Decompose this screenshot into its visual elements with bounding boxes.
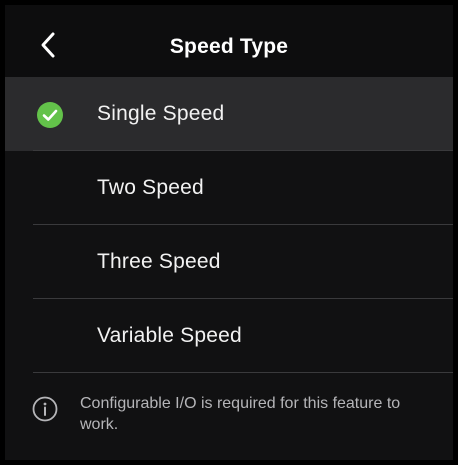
- option-label: Variable Speed: [97, 324, 242, 347]
- speed-type-list: Single Speed Two Speed Three Speed Varia…: [5, 77, 453, 373]
- option-three-speed[interactable]: Three Speed: [5, 225, 453, 299]
- option-variable-speed[interactable]: Variable Speed: [5, 299, 453, 373]
- option-label: Two Speed: [97, 176, 204, 199]
- checkmark-icon: [37, 102, 63, 128]
- option-two-speed[interactable]: Two Speed: [5, 151, 453, 225]
- info-text: Configurable I/O is required for this fe…: [80, 395, 401, 433]
- header-bar: Speed Type: [5, 5, 453, 77]
- option-single-speed[interactable]: Single Speed: [5, 77, 453, 151]
- info-icon: [32, 396, 58, 422]
- row-divider: [33, 372, 453, 373]
- info-note: Configurable I/O is required for this fe…: [5, 383, 453, 460]
- option-label: Three Speed: [97, 250, 221, 273]
- option-label: Single Speed: [97, 102, 225, 125]
- speed-type-screen: Speed Type Single Speed Two Speed Three …: [5, 5, 453, 460]
